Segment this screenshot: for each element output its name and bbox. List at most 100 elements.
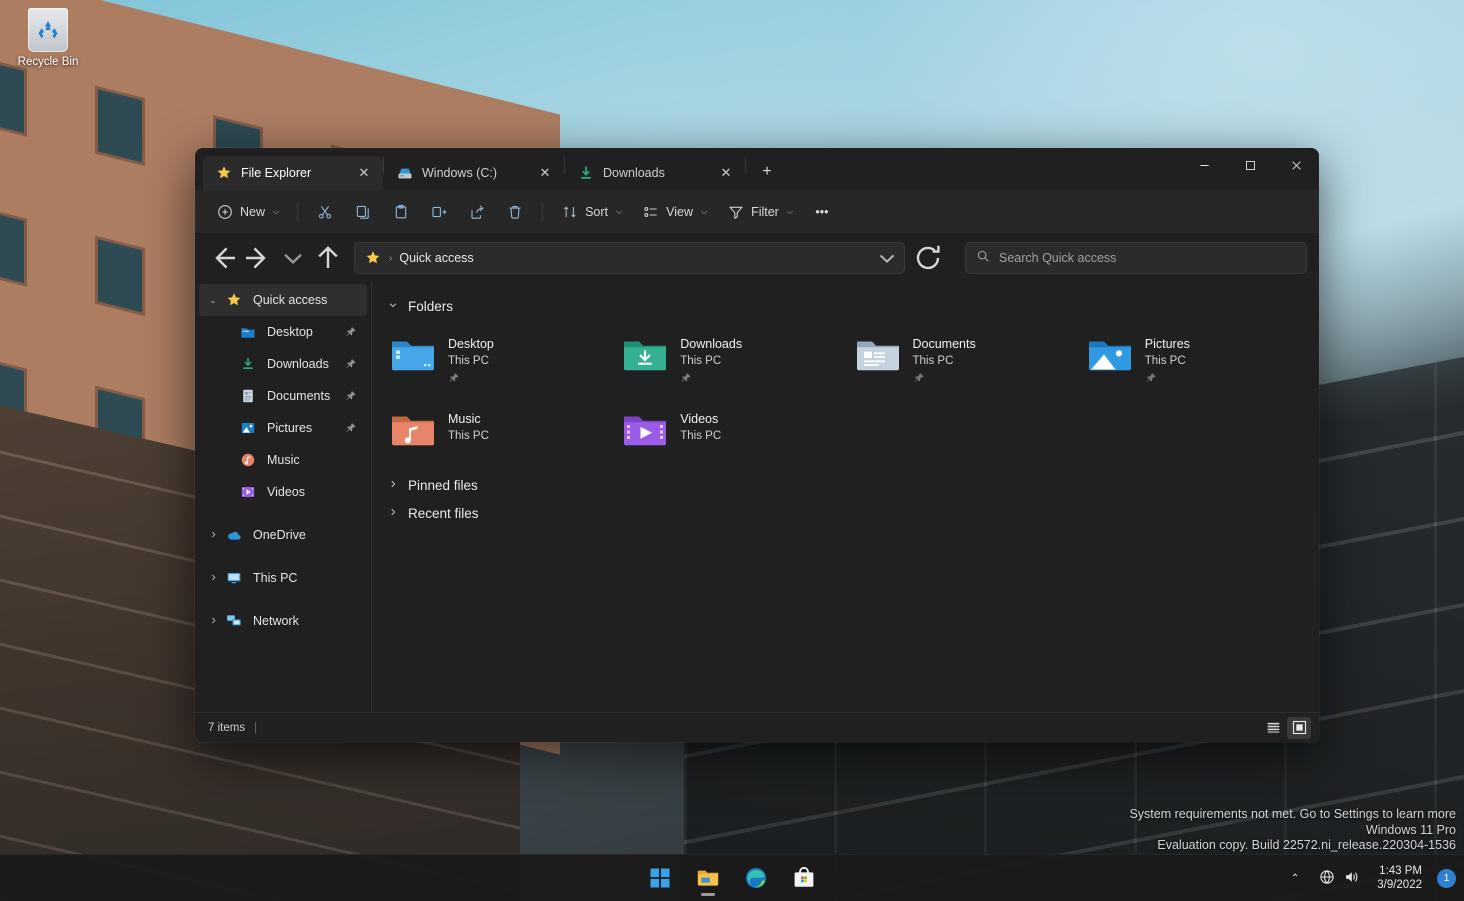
chevron-right-icon[interactable]	[203, 530, 223, 541]
pin-icon	[448, 371, 494, 389]
edge-button[interactable]	[735, 858, 777, 898]
file-explorer-button[interactable]	[687, 858, 729, 898]
details-view-button[interactable]	[1261, 717, 1285, 739]
tab-label: Windows (C:)	[422, 166, 498, 180]
more-options-button[interactable]: •••	[804, 196, 840, 228]
sidebar-item-this-pc[interactable]: This PC	[199, 562, 367, 594]
status-bar: 7 items |	[195, 712, 1319, 742]
sidebar-item-music[interactable]: · Music	[213, 444, 367, 476]
sidebar-item-downloads[interactable]: · Downloads	[213, 348, 367, 380]
tab-file-explorer[interactable]: File Explorer ✕	[203, 156, 383, 190]
folder-tile-pictures[interactable]: Pictures This PC	[1079, 326, 1305, 397]
sidebar-item-desktop[interactable]: · Desktop	[213, 316, 367, 348]
sidebar-item-network[interactable]: Network	[199, 605, 367, 637]
folder-location: This PC	[680, 430, 722, 442]
close-button[interactable]	[1273, 148, 1319, 182]
toolbar-divider	[542, 201, 544, 222]
start-button[interactable]	[639, 858, 681, 898]
file-explorer-window: File Explorer ✕ Windows (C:) ✕ Downloads…	[195, 148, 1319, 742]
tab-label: Downloads	[603, 166, 665, 180]
cut-button[interactable]	[307, 196, 343, 228]
recent-locations-button[interactable]	[277, 242, 309, 274]
pin-icon	[343, 326, 359, 338]
folder-tile-documents[interactable]: Documents This PC	[847, 326, 1073, 397]
sort-icon	[561, 203, 578, 220]
chevron-down-icon: ⌵	[700, 206, 708, 216]
tab-windows-c[interactable]: Windows (C:) ✕	[384, 156, 564, 190]
share-button[interactable]	[459, 196, 495, 228]
view-toggle-group	[1261, 716, 1311, 739]
breadcrumb-separator: ›	[389, 252, 393, 264]
forward-button[interactable]	[242, 242, 274, 274]
sidebar-item-documents[interactable]: · Documents	[213, 380, 367, 412]
volume-icon	[1343, 869, 1359, 888]
store-button[interactable]	[783, 858, 825, 898]
paste-button[interactable]	[383, 196, 419, 228]
folder-tile-desktop[interactable]: Desktop This PC	[382, 326, 608, 397]
back-button[interactable]	[207, 242, 239, 274]
documents-folder-icon	[855, 334, 901, 374]
group-label: Pinned files	[408, 477, 478, 493]
minimize-button[interactable]	[1181, 148, 1227, 182]
chevron-down-icon[interactable]: ⌄	[203, 296, 223, 305]
group-label: Recent files	[408, 505, 479, 521]
copy-button[interactable]	[345, 196, 381, 228]
title-bar: File Explorer ✕ Windows (C:) ✕ Downloads…	[195, 148, 1319, 190]
show-hidden-icons-button[interactable]: ⌃	[1283, 867, 1307, 890]
copy-icon	[355, 203, 372, 220]
clock[interactable]: 1:43 PM 3/9/2022	[1371, 860, 1428, 897]
music-folder-icon	[390, 409, 436, 449]
large-icons-view-button[interactable]	[1287, 716, 1311, 739]
notification-badge[interactable]: 1	[1437, 868, 1456, 888]
refresh-button[interactable]	[912, 242, 944, 274]
sidebar-item-onedrive[interactable]: OneDrive	[199, 519, 367, 551]
delete-button[interactable]	[497, 196, 533, 228]
chevron-right-icon[interactable]	[203, 573, 223, 584]
downloads-folder-icon	[622, 334, 668, 374]
chevron-right-icon[interactable]	[203, 616, 223, 627]
tab-close-button[interactable]: ✕	[715, 162, 737, 184]
tab-close-button[interactable]: ✕	[353, 162, 375, 184]
paste-icon	[393, 203, 410, 220]
new-button-label: New	[240, 204, 266, 219]
tab-close-button[interactable]: ✕	[534, 162, 556, 184]
new-tab-button[interactable]: +	[752, 157, 782, 187]
sidebar-item-pictures[interactable]: · Pictures	[213, 412, 367, 444]
group-label: Folders	[408, 298, 454, 314]
desktop-icon-recycle-bin[interactable]: Recycle Bin	[6, 8, 90, 68]
pin-icon	[343, 358, 359, 370]
network-globe-icon	[1319, 869, 1335, 888]
up-button[interactable]	[312, 242, 344, 274]
group-header-folders[interactable]: Folders	[382, 292, 459, 320]
pictures-folder-icon	[239, 420, 257, 436]
sort-button[interactable]: Sort ⌵	[552, 196, 631, 228]
search-input[interactable]	[999, 251, 1296, 265]
sidebar-item-videos[interactable]: · Videos	[213, 476, 367, 508]
view-button[interactable]: View ⌵	[633, 196, 716, 228]
folder-tile-downloads[interactable]: Downloads This PC	[614, 326, 840, 397]
sidebar-item-label: Quick access	[253, 293, 328, 307]
navigation-pane: ⌄ Quick access · Deskto	[195, 282, 372, 712]
group-header-recent-files[interactable]: Recent files	[382, 499, 485, 527]
sidebar-item-label: This PC	[253, 571, 298, 585]
folder-tile-music[interactable]: Music This PC	[382, 401, 608, 459]
sidebar-item-label: Music	[267, 453, 300, 467]
network-icon	[225, 613, 243, 629]
address-bar[interactable]: › Quick access	[354, 242, 905, 274]
folder-tile-videos[interactable]: Videos This PC	[614, 401, 840, 459]
sidebar-item-quick-access[interactable]: ⌄ Quick access	[199, 284, 367, 316]
chevron-down-icon: ⌵	[273, 206, 280, 216]
search-box[interactable]	[965, 242, 1307, 274]
network-sound-tray[interactable]	[1311, 863, 1367, 894]
sidebar-item-label: Pictures	[267, 421, 313, 435]
view-icon	[642, 203, 659, 220]
tab-downloads[interactable]: Downloads ✕	[565, 156, 745, 190]
breadcrumb-current: Quick access	[399, 251, 474, 265]
filter-button[interactable]: Filter ⌵	[718, 196, 802, 228]
group-header-pinned-files[interactable]: Pinned files	[382, 471, 484, 499]
star-icon	[365, 250, 381, 266]
rename-button[interactable]	[421, 196, 457, 228]
address-dropdown-button[interactable]	[874, 245, 900, 271]
maximize-button[interactable]	[1227, 148, 1273, 182]
new-button[interactable]: New ⌵	[207, 196, 288, 228]
